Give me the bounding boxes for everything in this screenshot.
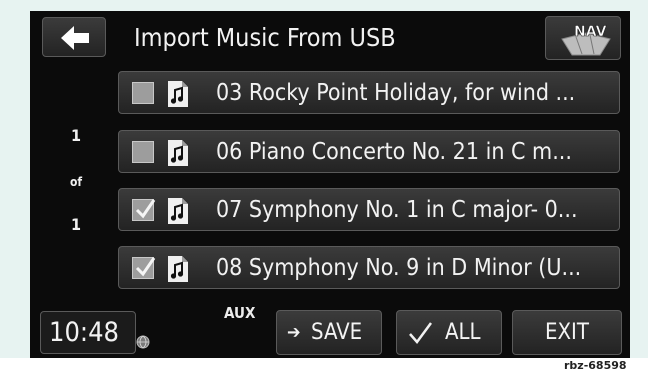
checkmark-icon xyxy=(409,322,433,344)
track-row[interactable]: 07 Symphony No. 1 in C major- 0... xyxy=(118,188,620,231)
image-reference-tag: rbz-68598 xyxy=(564,359,627,372)
checkmark-icon xyxy=(135,257,156,277)
track-row[interactable]: 06 Piano Concerto No. 21 in C m... xyxy=(118,130,620,173)
nav-map-icon: NAV xyxy=(561,24,611,56)
page-of-label: of xyxy=(69,175,83,189)
track-row[interactable]: 08 Symphony No. 9 in D Minor (U... xyxy=(118,246,620,289)
nav-label: NAV xyxy=(574,24,607,40)
music-file-icon xyxy=(168,140,188,166)
nav-button[interactable]: NAV xyxy=(545,16,621,60)
globe-icon xyxy=(136,335,150,349)
track-label: 08 Symphony No. 9 in D Minor (U... xyxy=(216,255,582,281)
track-checkbox[interactable] xyxy=(132,141,154,163)
track-checkbox[interactable] xyxy=(132,82,154,104)
music-file-icon xyxy=(168,256,188,282)
save-button-label: SAVE xyxy=(311,320,363,345)
track-label: 03 Rocky Point Holiday, for wind ... xyxy=(216,80,576,106)
back-button[interactable] xyxy=(42,17,106,57)
music-file-icon xyxy=(168,198,188,224)
music-file-icon xyxy=(168,81,188,107)
head-unit-screen: Import Music From USB NAV 1 of 1 03 Rock… xyxy=(30,11,630,358)
track-label: 07 Symphony No. 1 in C major- 0... xyxy=(216,197,578,223)
select-all-button[interactable]: ALL xyxy=(396,310,502,355)
back-arrow-icon xyxy=(61,26,89,50)
track-checkbox[interactable] xyxy=(132,199,156,221)
source-indicator: AUX xyxy=(224,304,256,322)
checkmark-icon xyxy=(135,199,156,219)
page-current: 1 xyxy=(70,126,81,145)
track-label: 06 Piano Concerto No. 21 in C m... xyxy=(216,139,572,165)
select-all-label: ALL xyxy=(445,320,481,345)
clock-time: 10:48 xyxy=(49,317,119,348)
exit-button[interactable]: EXIT xyxy=(512,310,622,355)
track-row[interactable]: 03 Rocky Point Holiday, for wind ... xyxy=(118,71,620,114)
save-button[interactable]: ➔ SAVE xyxy=(276,310,382,355)
exit-button-label: EXIT xyxy=(545,320,589,345)
arrow-right-icon: ➔ xyxy=(287,322,301,343)
page-total: 1 xyxy=(70,215,81,234)
clock[interactable]: 10:48 xyxy=(40,311,136,354)
track-checkbox[interactable] xyxy=(132,257,156,279)
page-title: Import Music From USB xyxy=(134,23,396,52)
